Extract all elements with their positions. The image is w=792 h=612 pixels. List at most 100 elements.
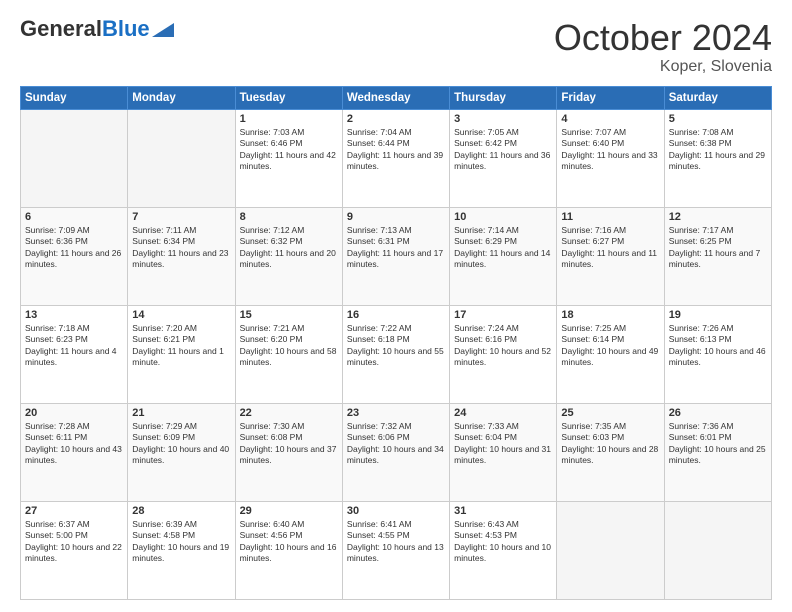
day-number: 9: [347, 211, 445, 223]
calendar-cell: 31Sunrise: 6:43 AMSunset: 4:53 PMDayligh…: [450, 501, 557, 599]
day-number: 3: [454, 113, 552, 125]
calendar-week-3: 13Sunrise: 7:18 AMSunset: 6:23 PMDayligh…: [21, 305, 772, 403]
day-info: Sunrise: 7:11 AMSunset: 6:34 PMDaylight:…: [132, 225, 230, 271]
day-number: 23: [347, 407, 445, 419]
col-header-saturday: Saturday: [664, 86, 771, 109]
day-number: 16: [347, 309, 445, 321]
day-info: Sunrise: 6:37 AMSunset: 5:00 PMDaylight:…: [25, 519, 123, 565]
day-number: 2: [347, 113, 445, 125]
calendar-cell: 6 Sunrise: 7:09 AMSunset: 6:36 PMDaylight…: [21, 207, 128, 305]
calendar-cell: 4 Sunrise: 7:07 AMSunset: 6:40 PMDaylight…: [557, 109, 664, 207]
col-header-sunday: Sunday: [21, 86, 128, 109]
day-number: 6: [25, 211, 123, 223]
day-info: Sunrise: 7:30 AMSunset: 6:08 PMDaylight:…: [240, 421, 338, 467]
calendar-cell: 1 Sunrise: 7:03 AMSunset: 6:46 PMDaylight…: [235, 109, 342, 207]
calendar-cell: 11Sunrise: 7:16 AMSunset: 6:27 PMDayligh…: [557, 207, 664, 305]
day-info: Sunrise: 7:05 AMSunset: 6:42 PMDaylight:…: [454, 127, 552, 173]
day-number: 27: [25, 505, 123, 517]
day-info: Sunrise: 7:24 AMSunset: 6:16 PMDaylight:…: [454, 323, 552, 369]
calendar-cell: 19Sunrise: 7:26 AMSunset: 6:13 PMDayligh…: [664, 305, 771, 403]
logo-general: General: [20, 16, 102, 41]
calendar-cell: 21 Sunrise: 7:29 AMSunset: 6:09 PMDayligh…: [128, 403, 235, 501]
day-info: Sunrise: 7:32 AMSunset: 6:06 PMDaylight:…: [347, 421, 445, 467]
day-number: 8: [240, 211, 338, 223]
calendar-cell: 2 Sunrise: 7:04 AMSunset: 6:44 PMDaylight…: [342, 109, 449, 207]
calendar-cell: 22 Sunrise: 7:30 AMSunset: 6:08 PMDayligh…: [235, 403, 342, 501]
day-number: 21: [132, 407, 230, 419]
logo-arrow-icon: [152, 23, 174, 37]
calendar-cell: 25Sunrise: 7:35 AMSunset: 6:03 PMDayligh…: [557, 403, 664, 501]
calendar-cell: 5 Sunrise: 7:08 AMSunset: 6:38 PMDaylight…: [664, 109, 771, 207]
month-title: October 2024: [554, 18, 772, 58]
day-info: Sunrise: 7:03 AMSunset: 6:46 PMDaylight:…: [240, 127, 338, 173]
calendar-cell: 30Sunrise: 6:41 AMSunset: 4:55 PMDayligh…: [342, 501, 449, 599]
day-info: Sunrise: 7:18 AMSunset: 6:23 PMDaylight:…: [25, 323, 123, 369]
day-info: Sunrise: 7:29 AMSunset: 6:09 PMDaylight:…: [132, 421, 230, 467]
calendar-week-1: 1 Sunrise: 7:03 AMSunset: 6:46 PMDaylight…: [21, 109, 772, 207]
calendar-cell: [557, 501, 664, 599]
header: GeneralBlue October 2024 Koper, Slovenia: [20, 18, 772, 76]
day-info: Sunrise: 7:33 AMSunset: 6:04 PMDaylight:…: [454, 421, 552, 467]
calendar-cell: 24 Sunrise: 7:33 AMSunset: 6:04 PMDayligh…: [450, 403, 557, 501]
col-header-tuesday: Tuesday: [235, 86, 342, 109]
calendar-cell: 23 Sunrise: 7:32 AMSunset: 6:06 PMDayligh…: [342, 403, 449, 501]
day-number: 20: [25, 407, 123, 419]
day-number: 19: [669, 309, 767, 321]
day-info: Sunrise: 7:14 AMSunset: 6:29 PMDaylight:…: [454, 225, 552, 271]
day-number: 11: [561, 211, 659, 223]
day-number: 1: [240, 113, 338, 125]
calendar-week-2: 6 Sunrise: 7:09 AMSunset: 6:36 PMDaylight…: [21, 207, 772, 305]
logo-text: GeneralBlue: [20, 18, 150, 40]
page: GeneralBlue October 2024 Koper, Slovenia…: [0, 0, 792, 612]
day-info: Sunrise: 7:04 AMSunset: 6:44 PMDaylight:…: [347, 127, 445, 173]
col-header-thursday: Thursday: [450, 86, 557, 109]
day-number: 4: [561, 113, 659, 125]
calendar-cell: 28Sunrise: 6:39 AMSunset: 4:58 PMDayligh…: [128, 501, 235, 599]
day-number: 24: [454, 407, 552, 419]
day-info: Sunrise: 7:13 AMSunset: 6:31 PMDaylight:…: [347, 225, 445, 271]
day-number: 7: [132, 211, 230, 223]
day-info: Sunrise: 7:09 AMSunset: 6:36 PMDaylight:…: [25, 225, 123, 271]
calendar-cell: 8 Sunrise: 7:12 AMSunset: 6:32 PMDaylight…: [235, 207, 342, 305]
day-number: 5: [669, 113, 767, 125]
day-number: 22: [240, 407, 338, 419]
calendar-cell: [21, 109, 128, 207]
day-number: 10: [454, 211, 552, 223]
calendar-cell: 29Sunrise: 6:40 AMSunset: 4:56 PMDayligh…: [235, 501, 342, 599]
day-number: 25: [561, 407, 659, 419]
day-number: 12: [669, 211, 767, 223]
calendar-cell: [128, 109, 235, 207]
day-info: Sunrise: 7:28 AMSunset: 6:11 PMDaylight:…: [25, 421, 123, 467]
day-info: Sunrise: 7:20 AMSunset: 6:21 PMDaylight:…: [132, 323, 230, 369]
logo-blue: Blue: [102, 16, 150, 41]
day-number: 29: [240, 505, 338, 517]
calendar-cell: 18Sunrise: 7:25 AMSunset: 6:14 PMDayligh…: [557, 305, 664, 403]
calendar-cell: 26 Sunrise: 7:36 AMSunset: 6:01 PMDayligh…: [664, 403, 771, 501]
logo: GeneralBlue: [20, 18, 174, 40]
day-info: Sunrise: 7:08 AMSunset: 6:38 PMDaylight:…: [669, 127, 767, 173]
day-number: 15: [240, 309, 338, 321]
calendar-cell: [664, 501, 771, 599]
day-info: Sunrise: 7:12 AMSunset: 6:32 PMDaylight:…: [240, 225, 338, 271]
day-number: 30: [347, 505, 445, 517]
day-info: Sunrise: 7:21 AMSunset: 6:20 PMDaylight:…: [240, 323, 338, 369]
calendar-cell: 9 Sunrise: 7:13 AMSunset: 6:31 PMDaylight…: [342, 207, 449, 305]
day-number: 14: [132, 309, 230, 321]
calendar-cell: 15 Sunrise: 7:21 AMSunset: 6:20 PMDayligh…: [235, 305, 342, 403]
calendar-cell: 10 Sunrise: 7:14 AMSunset: 6:29 PMDayligh…: [450, 207, 557, 305]
day-info: Sunrise: 7:22 AMSunset: 6:18 PMDaylight:…: [347, 323, 445, 369]
col-header-wednesday: Wednesday: [342, 86, 449, 109]
title-block: October 2024 Koper, Slovenia: [554, 18, 772, 76]
calendar-cell: 3 Sunrise: 7:05 AMSunset: 6:42 PMDaylight…: [450, 109, 557, 207]
day-info: Sunrise: 7:07 AMSunset: 6:40 PMDaylight:…: [561, 127, 659, 173]
calendar-cell: 12Sunrise: 7:17 AMSunset: 6:25 PMDayligh…: [664, 207, 771, 305]
col-header-friday: Friday: [557, 86, 664, 109]
day-number: 18: [561, 309, 659, 321]
day-number: 26: [669, 407, 767, 419]
day-info: Sunrise: 7:36 AMSunset: 6:01 PMDaylight:…: [669, 421, 767, 467]
calendar-cell: 16 Sunrise: 7:22 AMSunset: 6:18 PMDayligh…: [342, 305, 449, 403]
calendar-cell: 13Sunrise: 7:18 AMSunset: 6:23 PMDayligh…: [21, 305, 128, 403]
calendar: SundayMondayTuesdayWednesdayThursdayFrid…: [20, 86, 772, 600]
day-number: 17: [454, 309, 552, 321]
calendar-week-5: 27 Sunrise: 6:37 AMSunset: 5:00 PMDayligh…: [21, 501, 772, 599]
